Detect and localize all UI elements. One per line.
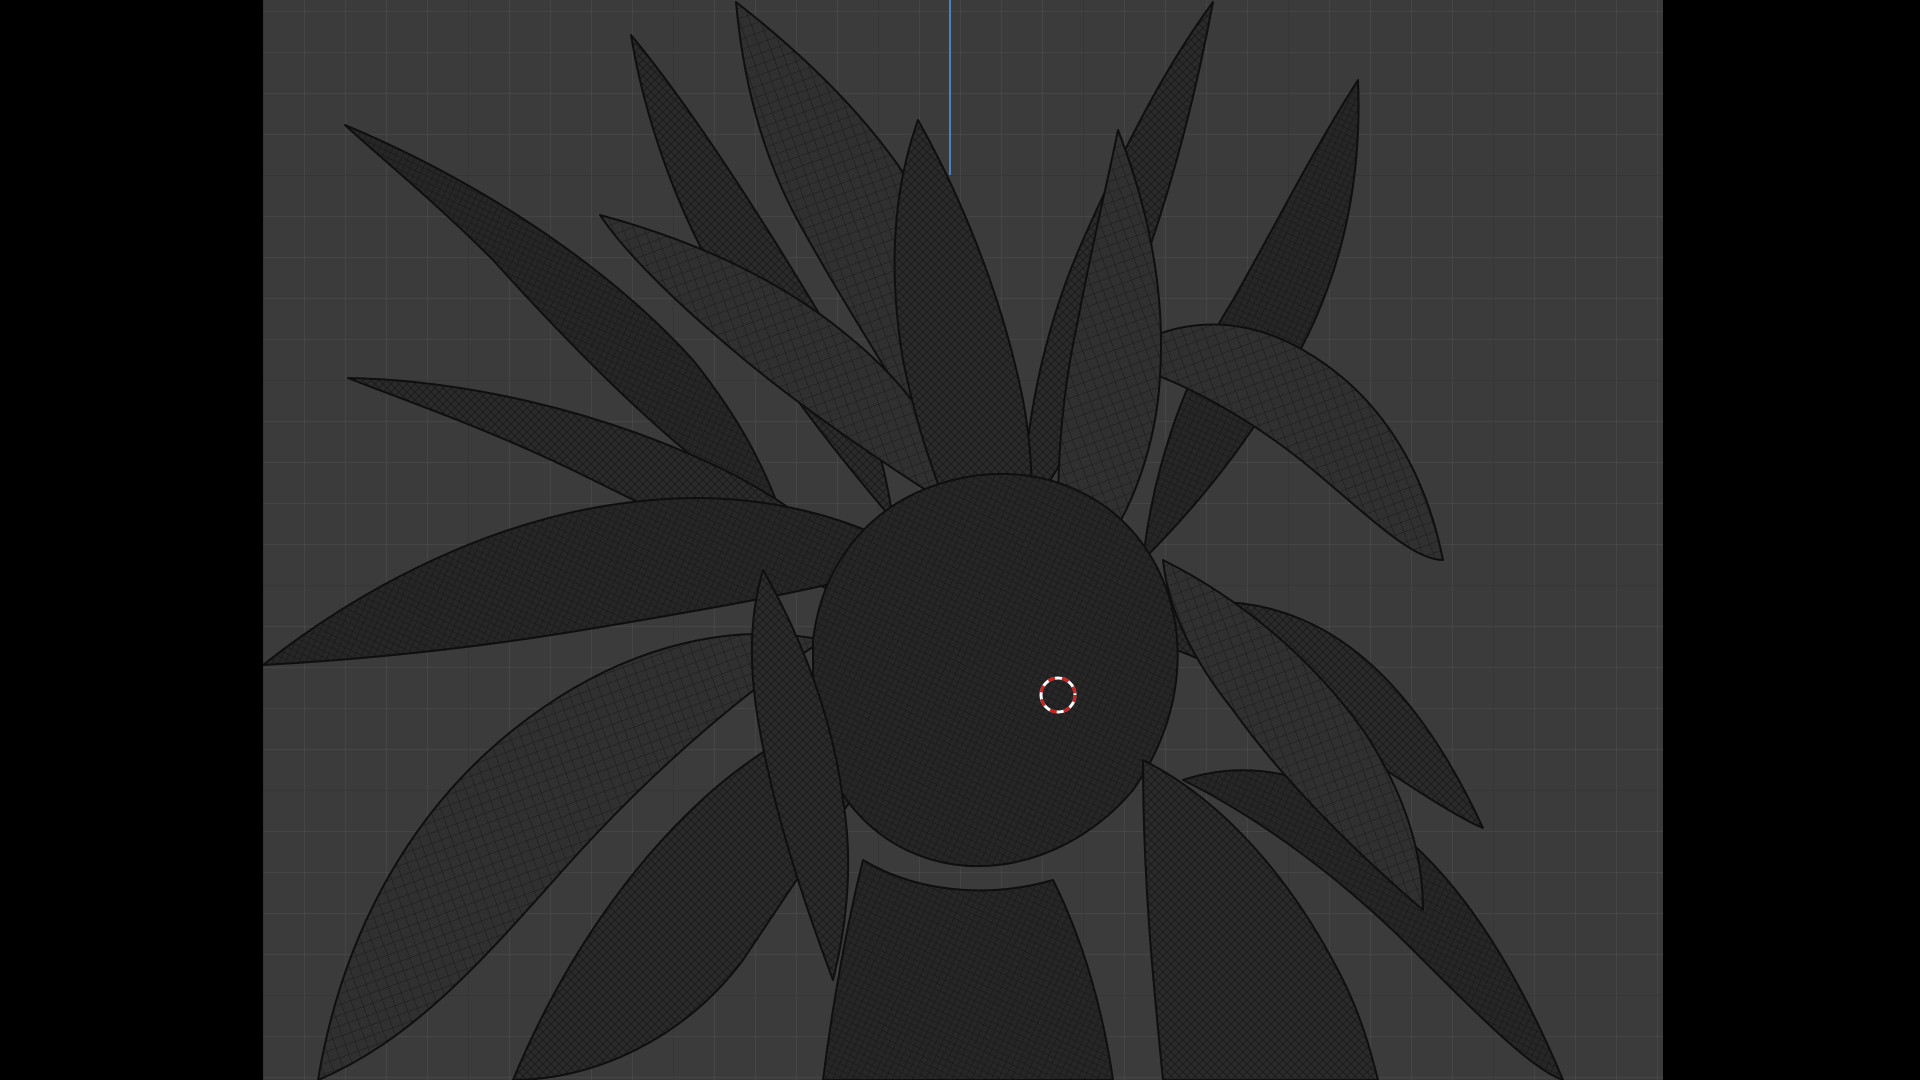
- hair-mesh[interactable]: [263, 0, 1663, 1080]
- 3d-cursor-icon[interactable]: [1038, 675, 1078, 715]
- neck-mesh: [822, 859, 1114, 1080]
- head-mesh: [812, 472, 1179, 868]
- screen: [0, 0, 1920, 1080]
- 3d-viewport[interactable]: [263, 0, 1663, 1080]
